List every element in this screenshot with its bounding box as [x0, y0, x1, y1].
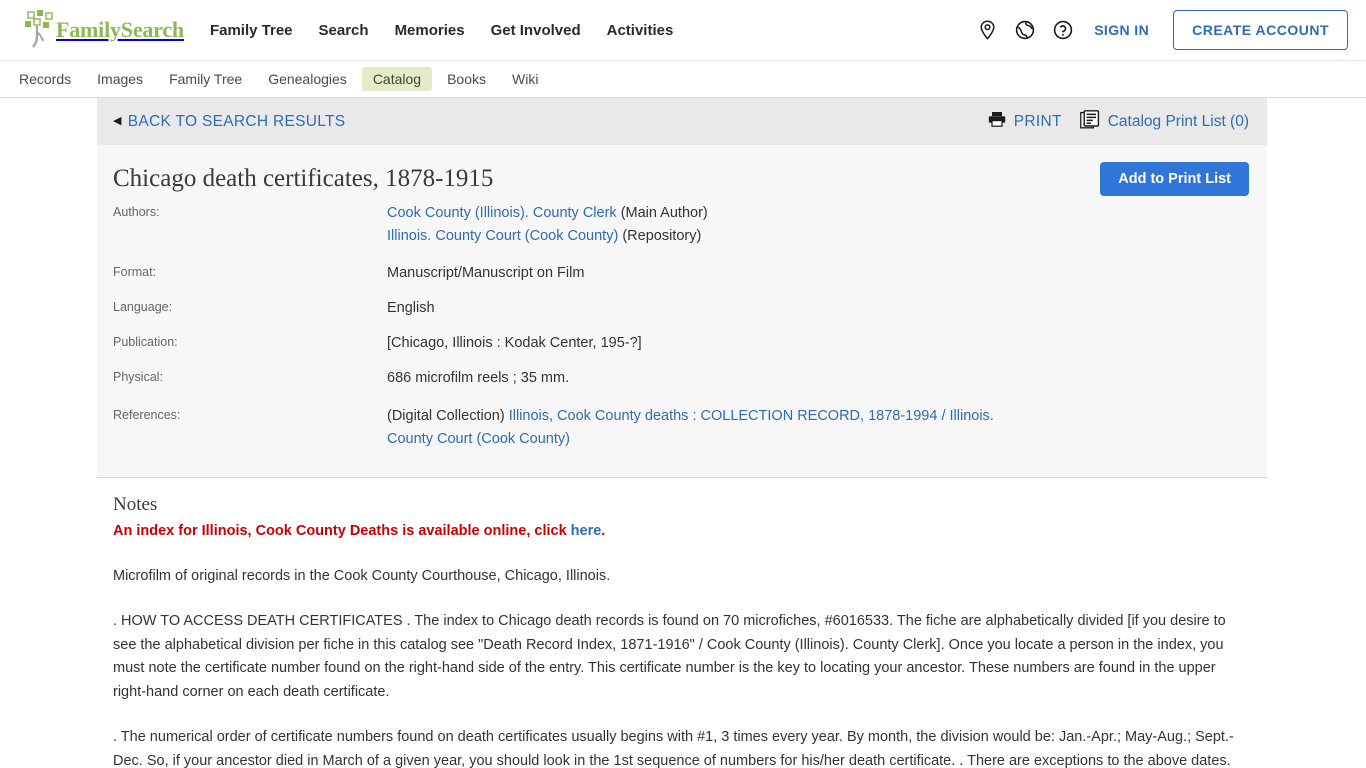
nav-item-memories[interactable]: Memories	[395, 22, 465, 39]
field-row-physical: Physical: 686 microfilm reels ; 35 mm.	[113, 367, 1249, 390]
field-label-format: Format:	[113, 264, 157, 279]
author-main-link[interactable]: Cook County (Illinois). County Clerk	[387, 205, 617, 221]
field-value-publication: [Chicago, Illinois : Kodak Center, 195-?…	[387, 335, 642, 352]
author-repository-role: (Repository)	[618, 227, 702, 244]
field-label-physical: Physical:	[113, 370, 164, 385]
catalog-print-list-label: Catalog Print List (0)	[1107, 112, 1249, 130]
field-value-physical: 686 microfilm reels ; 35 mm.	[387, 370, 570, 387]
catalog-record-card: ◀ BACK TO SEARCH RESULTS PRINT Catalog P…	[97, 98, 1267, 768]
references-prefix: (Digital Collection)	[387, 407, 509, 424]
document-list-icon	[1079, 109, 1100, 134]
notes-paragraph-1: Microfilm of original records in the Coo…	[113, 567, 611, 584]
logo-wordmark: FamilySearch	[56, 17, 184, 42]
nav-item-family-tree[interactable]: Family Tree	[210, 22, 293, 39]
notes-alert-text: An index for Illinois, Cook County Death…	[113, 523, 571, 539]
notes-alert-link[interactable]: here	[571, 523, 602, 539]
field-value-authors: Cook County (Illinois). County Clerk (Ma…	[387, 202, 708, 248]
nav-item-get-involved[interactable]: Get Involved	[491, 22, 581, 39]
help-circle-icon[interactable]	[1052, 19, 1074, 41]
header-actions: SIGN IN CREATE ACCOUNT	[976, 10, 1348, 50]
field-row-references: References: (Digital Collection) Illinoi…	[113, 405, 1249, 451]
notes-alert-suffix: .	[601, 523, 606, 539]
notes-heading: Notes	[113, 494, 158, 515]
subnav-item-catalog[interactable]: Catalog	[361, 67, 433, 91]
subnav-item-books[interactable]: Books	[436, 67, 497, 91]
page-title: Chicago death certificates, 1878-1915	[113, 165, 494, 192]
field-label-publication: Publication:	[113, 335, 178, 350]
back-to-search-results-link[interactable]: ◀ BACK TO SEARCH RESULTS	[113, 113, 345, 131]
create-account-button[interactable]: CREATE ACCOUNT	[1173, 10, 1348, 50]
nav-item-activities[interactable]: Activities	[607, 22, 674, 39]
field-row-format: Format: Manuscript/Manuscript on Film	[113, 262, 1249, 285]
back-link-label: BACK TO SEARCH RESULTS	[127, 112, 346, 130]
subnav-item-records[interactable]: Records	[8, 67, 82, 91]
field-label-language: Language:	[113, 300, 173, 315]
globe-icon[interactable]	[1014, 19, 1036, 41]
subnav-item-images[interactable]: Images	[86, 67, 154, 91]
action-bar: ◀ BACK TO SEARCH RESULTS PRINT Catalog P…	[97, 98, 1267, 145]
familysearch-logo[interactable]: FamilySearch	[24, 10, 184, 50]
record-fields: Authors: Cook County (Illinois). County …	[113, 202, 1249, 452]
subnav-item-wiki[interactable]: Wiki	[501, 67, 549, 91]
page-body: ◀ BACK TO SEARCH RESULTS PRINT Catalog P…	[0, 98, 1366, 768]
author-line-2: Illinois. County Court (Cook County) (Re…	[387, 225, 708, 248]
record-details-panel: Chicago death certificates, 1878-1915 Ad…	[97, 145, 1267, 478]
printer-icon	[988, 111, 1006, 132]
subnav-item-genealogies[interactable]: Genealogies	[257, 67, 358, 91]
subnav-item-family-tree[interactable]: Family Tree	[158, 67, 253, 91]
site-header: FamilySearch Family Tree Search Memories…	[0, 0, 1366, 61]
author-repository-link[interactable]: Illinois. County Court (Cook County)	[387, 228, 618, 244]
location-pin-icon[interactable]	[976, 19, 998, 41]
field-row-authors: Authors: Cook County (Illinois). County …	[113, 202, 1249, 248]
notes-alert: An index for Illinois, Cook County Death…	[113, 521, 1251, 543]
main-navigation: Family Tree Search Memories Get Involved…	[210, 22, 673, 39]
field-row-publication: Publication: [Chicago, Illinois : Kodak …	[113, 332, 1249, 355]
add-to-print-list-button[interactable]: Add to Print List	[1100, 162, 1249, 196]
notes-section: Notes An index for Illinois, Cook County…	[97, 478, 1267, 768]
sign-in-link[interactable]: SIGN IN	[1094, 22, 1149, 38]
field-value-references: (Digital Collection) Illinois, Cook Coun…	[387, 405, 1007, 451]
print-link-label: PRINT	[1013, 112, 1062, 130]
back-caret-icon: ◀	[113, 115, 122, 127]
field-label-authors: Authors:	[113, 204, 160, 219]
author-line-1: Cook County (Illinois). County Clerk (Ma…	[387, 202, 708, 225]
catalog-print-list-link[interactable]: Catalog Print List (0)	[1079, 109, 1249, 134]
field-label-references: References:	[113, 407, 181, 422]
notes-paragraph-2: . HOW TO ACCESS DEATH CERTIFICATES . The…	[113, 613, 1226, 700]
family-tree-logo-icon	[24, 10, 58, 50]
category-navigation: Records Images Family Tree Genealogies C…	[0, 61, 1366, 98]
action-bar-right: PRINT Catalog Print List (0)	[988, 109, 1249, 134]
field-row-language: Language: English	[113, 297, 1249, 320]
author-main-role: (Main Author)	[616, 204, 708, 221]
print-link[interactable]: PRINT	[988, 111, 1062, 132]
nav-item-search[interactable]: Search	[319, 22, 369, 39]
field-value-format: Manuscript/Manuscript on Film	[387, 264, 585, 281]
notes-paragraph-3: . The numerical order of certificate num…	[113, 729, 1234, 768]
field-value-language: English	[387, 300, 435, 317]
